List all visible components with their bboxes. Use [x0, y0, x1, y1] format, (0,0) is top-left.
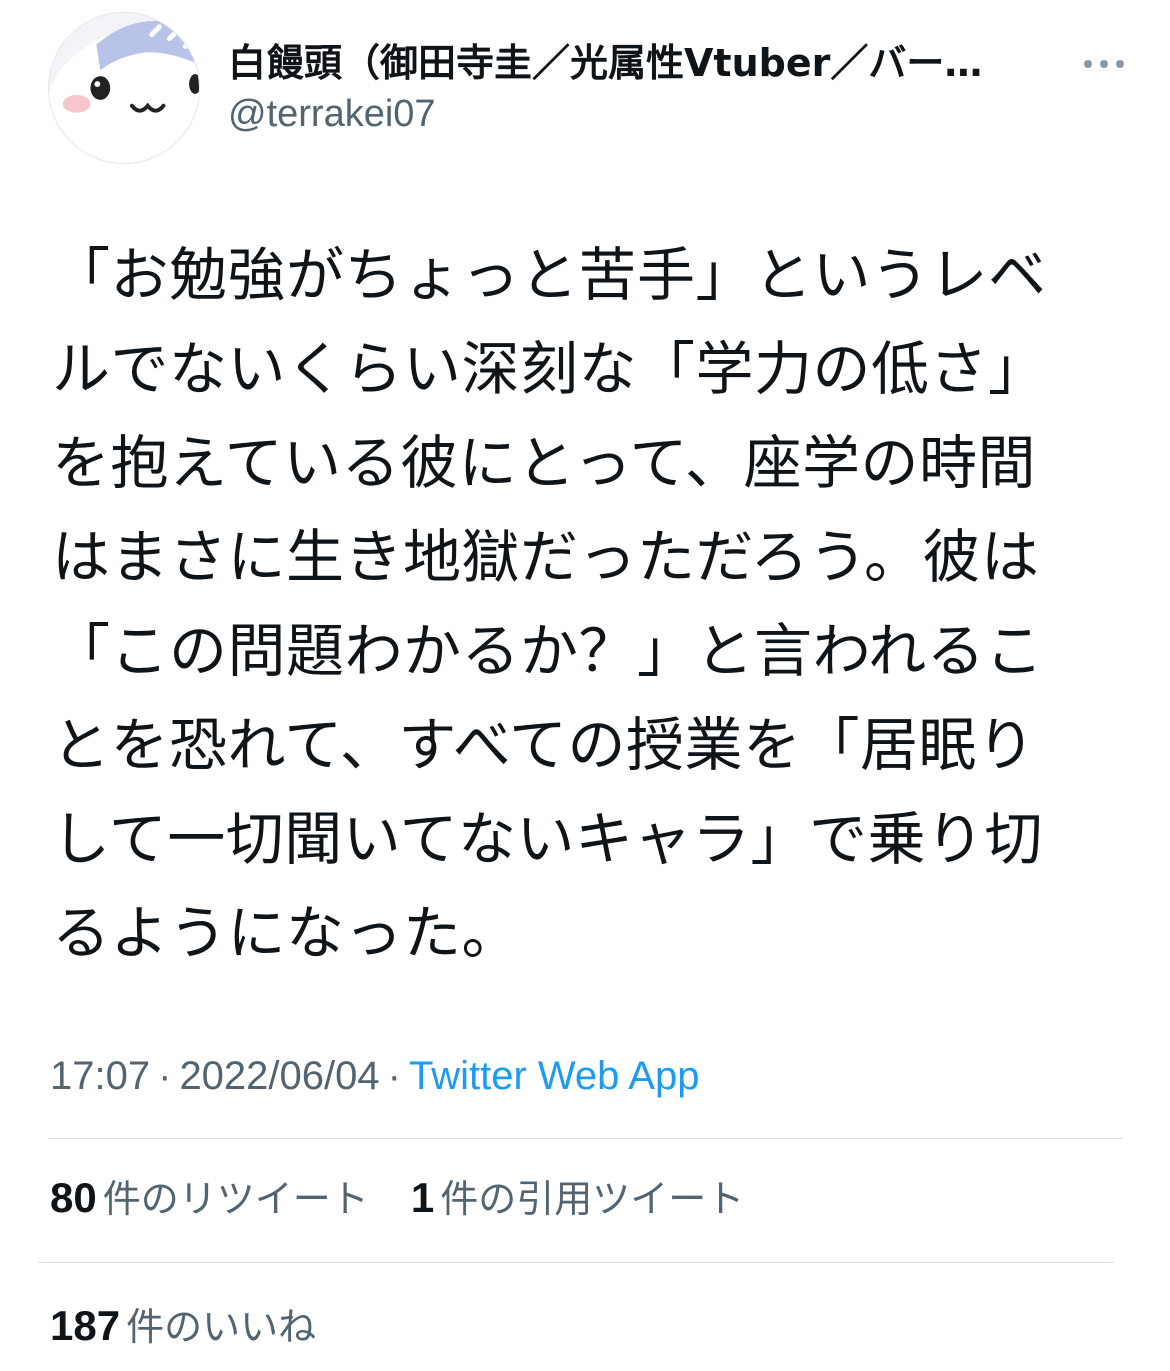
likes-stat[interactable]: 187 件のいいね — [50, 1302, 316, 1351]
more-dots-icon — [1084, 60, 1124, 68]
tweet-text-line: を抱えている彼にとって、座学の時間 — [52, 429, 1037, 497]
retweets-count: 80 — [50, 1174, 97, 1221]
quotes-label: 件の引用ツイート — [440, 1177, 745, 1221]
quotes-count: 1 — [410, 1174, 435, 1221]
tweet-time[interactable]: 17:07 — [50, 1054, 150, 1098]
retweets-label: 件のリツイート — [102, 1177, 369, 1221]
author-info: 白饅頭（御田寺圭／光属性Vtuber／バー… @terrakei07 — [228, 40, 1058, 136]
tweet-text-line: るようになった。 — [52, 899, 521, 967]
tweet-text-line: 「この問題わかるか？」と言われるこ — [52, 617, 1044, 685]
meta-separator: · — [158, 1054, 172, 1098]
avatar[interactable] — [48, 12, 200, 164]
tweet-text-line: とを恐れて、すべての授業を「居眠り — [52, 711, 1036, 779]
author-display-name[interactable]: 白饅頭（御田寺圭／光属性Vtuber／バー… — [228, 40, 1058, 86]
tweet-text-line: はまさに生き地獄だっただろう。彼は — [52, 523, 1040, 591]
tweet-source-link[interactable]: Twitter Web App — [409, 1054, 700, 1098]
likes-label: 件のいいね — [126, 1305, 317, 1349]
author-handle[interactable]: @terrakei07 — [228, 92, 1058, 136]
tweet-body: 「お勉強がちょっと苦手」というレベ ルでないくらい深刻な「学力の低さ」 を抱えて… — [52, 228, 1108, 980]
retweet-stats-row: 80 件のリツイート 1 件の引用ツイート — [50, 1174, 774, 1223]
tweet-text-line: ルでないくらい深刻な「学力の低さ」 — [52, 335, 1047, 403]
tweet-text-line: して一切聞いてないキャラ」で乗り切 — [52, 805, 1044, 873]
tweet-header: 白饅頭（御田寺圭／光属性Vtuber／バー… @terrakei07 — [48, 12, 1128, 168]
mascot-avatar-icon — [49, 13, 199, 163]
tweet-text-line: 「お勉強がちょっと苦手」というレベ — [52, 241, 1047, 309]
quote-tweets-stat[interactable]: 1 件の引用ツイート — [411, 1174, 744, 1223]
divider — [38, 1262, 1114, 1263]
more-options-button[interactable] — [1080, 52, 1128, 76]
likes-stats-row: 187 件のいいね — [50, 1302, 346, 1351]
divider — [48, 1138, 1122, 1139]
tweet-meta: 17:07 · 2022/06/04 · Twitter Web App — [50, 1050, 699, 1102]
likes-count: 187 — [50, 1302, 121, 1349]
tweet-date[interactable]: 2022/06/04 — [179, 1054, 379, 1098]
meta-separator: · — [387, 1054, 401, 1098]
retweets-stat[interactable]: 80 件のリツイート — [50, 1174, 369, 1223]
